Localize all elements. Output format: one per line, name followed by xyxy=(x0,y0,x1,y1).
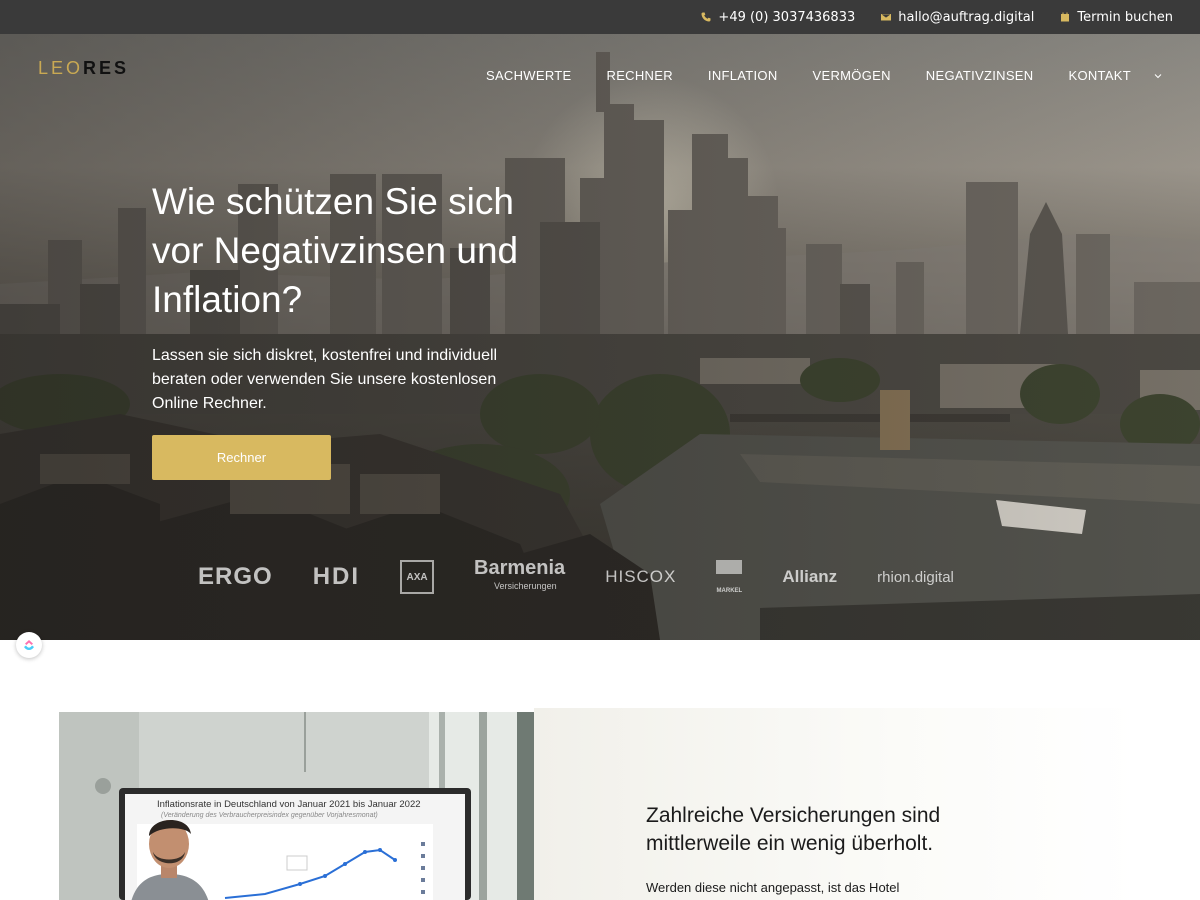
nav-item-rechner[interactable]: RECHNER xyxy=(607,68,673,83)
feature-section: Inflationsrate in Deutschland von Januar… xyxy=(59,708,1139,900)
feature-text-panel: Zahlreiche Versicherungen sind mittlerwe… xyxy=(534,708,1139,900)
hero-headline: Wie schützen Sie sich vor Negativzinsen … xyxy=(152,181,519,320)
rhion-logo: rhion.digital xyxy=(877,568,954,586)
email-link[interactable]: hallo@auftrag.digital xyxy=(881,10,1034,25)
phone-link[interactable]: +49 (0) 3037436833 xyxy=(701,10,855,25)
barmenia-logo-subtext: Versicherungen xyxy=(494,581,557,591)
barmenia-logo-text: Barmenia xyxy=(474,557,566,579)
email-address: hallo@auftrag.digital xyxy=(898,9,1035,25)
chat-widget-button[interactable] xyxy=(16,632,42,658)
barmenia-logo: Barmenia Versicherungen xyxy=(474,557,566,595)
logo-text-dark: RES xyxy=(83,58,130,78)
nav-item-kontakt[interactable]: KONTAKT xyxy=(1068,68,1131,83)
hero-subtitle: Lassen sie sich diskret, kostenfrei und … xyxy=(152,347,498,412)
ergo-logo: ERGO xyxy=(198,563,273,590)
top-contact-bar: +49 (0) 3037436833 hallo@auftrag.digital… xyxy=(0,0,1200,34)
nav-item-negativzinsen[interactable]: NEGATIVZINSEN xyxy=(926,68,1034,83)
mail-icon xyxy=(881,14,892,21)
partner-logos: ERGO HDI AXA Barmenia Versicherungen HISC… xyxy=(198,557,954,595)
logo-text-gold: LEO xyxy=(38,58,84,78)
clickup-icon xyxy=(24,640,34,650)
site-logo[interactable]: LEORES xyxy=(38,58,129,79)
nav-item-inflation[interactable]: INFLATION xyxy=(708,68,778,83)
axa-logo: AXA xyxy=(400,560,435,594)
nav-item-sachwerte[interactable]: SACHWERTE xyxy=(486,68,572,83)
hiscox-logo: HISCOX xyxy=(605,567,677,586)
book-appointment-link[interactable]: Termin buchen xyxy=(1060,10,1173,25)
hero-section: LEORES SACHWERTE RECHNER INFLATION VERMÖ… xyxy=(0,34,1200,640)
allianz-logo: Allianz xyxy=(782,567,838,586)
feature-heading: Zahlreiche Versicherungen sind mittlerwe… xyxy=(646,804,941,855)
calendar-icon xyxy=(1061,12,1070,22)
main-navigation: SACHWERTE RECHNER INFLATION VERMÖGEN NEG… xyxy=(486,68,1162,83)
chevron-down-icon[interactable] xyxy=(1154,72,1162,80)
phone-number: +49 (0) 3037436833 xyxy=(718,9,856,25)
presenter-person-image xyxy=(131,819,209,900)
presentation-photo: Inflationsrate in Deutschland von Januar… xyxy=(59,712,534,900)
nav-item-vermoegen[interactable]: VERMÖGEN xyxy=(813,68,891,83)
markel-logo: MARKEL xyxy=(716,560,743,594)
rechner-button[interactable]: Rechner xyxy=(152,435,331,480)
feature-paragraph: Werden diese nicht angepasst, ist das Ho… xyxy=(646,880,900,895)
book-appointment-label: Termin buchen xyxy=(1077,9,1173,25)
phone-icon xyxy=(701,12,711,22)
hero-darken-overlay xyxy=(0,34,1200,640)
hdi-logo: HDI xyxy=(312,563,361,590)
